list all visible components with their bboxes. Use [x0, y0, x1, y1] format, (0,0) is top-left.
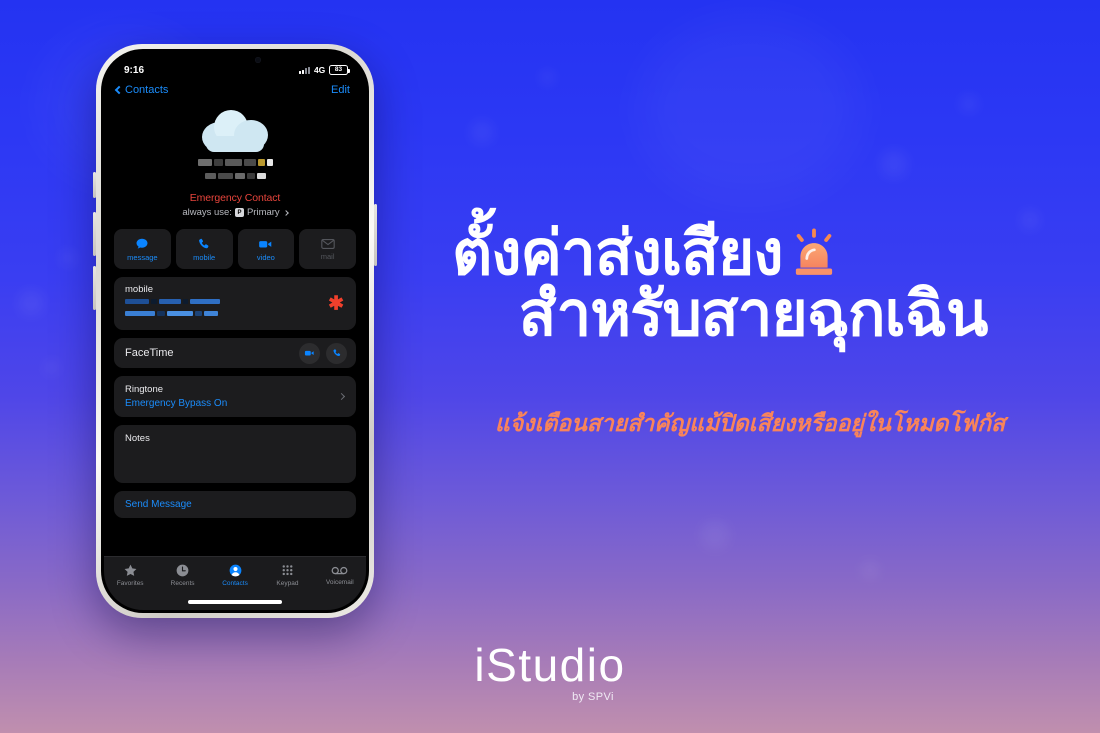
- tab-keypad[interactable]: Keypad: [261, 563, 313, 587]
- phone-notch: [183, 52, 287, 74]
- send-message-row[interactable]: Send Message: [114, 491, 356, 518]
- promo-subtitle: แจ้งเตือนสายสำคัญแม้ปิดเสียงหรืออยู่ในโห…: [494, 410, 1006, 436]
- quick-action-buttons: message mobile video mail: [114, 229, 356, 269]
- keypad-grid-icon: [282, 565, 293, 576]
- action-video-label: video: [256, 252, 275, 262]
- headline-line-1: ตั้งค่าส่งเสียง: [452, 219, 784, 288]
- action-mail-label: mail: [320, 251, 335, 261]
- always-use-prefix: always use:: [182, 207, 232, 218]
- siren-light-icon: [795, 228, 832, 275]
- action-mobile-label: mobile: [193, 252, 216, 262]
- star-icon: [124, 564, 137, 576]
- action-mail-button: mail: [299, 229, 356, 269]
- phone-mockup: 9:16 4G 83 Contacts Edit Emergency Conta…: [93, 44, 377, 618]
- signal-bars-icon: [299, 66, 311, 74]
- tab-voicemail-label: Voicemail: [325, 579, 354, 586]
- back-to-contacts-button[interactable]: Contacts: [114, 84, 169, 96]
- phone-volume-down-button: [93, 266, 96, 310]
- promo-headline: ตั้งค่าส่งเสียง สำหรับสายฉุกเฉิน: [452, 219, 1072, 350]
- battery-icon: 83: [329, 65, 350, 75]
- send-message-label: Send Message: [125, 499, 192, 510]
- front-camera-icon: [255, 57, 261, 63]
- action-video-button[interactable]: video: [237, 229, 295, 269]
- phone-volume-up-button: [93, 212, 96, 256]
- tab-keypad-label: Keypad: [276, 580, 299, 587]
- tab-recents[interactable]: Recents: [156, 563, 208, 587]
- notes-row-label: Notes: [125, 433, 150, 444]
- action-mobile-button[interactable]: mobile: [175, 229, 233, 269]
- mobile-number-redacted: [125, 299, 345, 310]
- ringtone-row[interactable]: Ringtone Emergency Bypass On: [114, 376, 356, 417]
- envelope-icon: [320, 238, 335, 249]
- contact-name-redacted-2: [204, 173, 266, 187]
- ringtone-row-value: Emergency Bypass On: [125, 398, 228, 409]
- asterisk-icon: ✱: [328, 293, 344, 314]
- video-camera-icon: [259, 240, 272, 247]
- message-bubble-icon: [136, 238, 148, 249]
- person-circle-icon: [229, 564, 241, 577]
- mobile-row-label: mobile: [125, 284, 153, 295]
- action-message-label: message: [127, 252, 158, 262]
- network-type-label: 4G: [314, 65, 325, 75]
- logo-wordmark: iStudio: [474, 639, 626, 691]
- emergency-contact-label: Emergency Contact: [189, 192, 281, 204]
- voicemail-icon: [331, 566, 348, 575]
- navigation-bar: Contacts Edit: [104, 82, 366, 100]
- tab-contacts-label: Contacts: [222, 580, 248, 587]
- istudio-logo: iStudio by SPVi: [0, 642, 1100, 703]
- cloud-avatar-icon: [198, 104, 272, 154]
- ringtone-row-label: Ringtone: [125, 384, 164, 395]
- tab-favorites[interactable]: Favorites: [104, 563, 156, 587]
- phone-icon: [332, 349, 340, 357]
- mobile-number-redacted-2: [125, 311, 345, 321]
- chevron-left-icon: [114, 85, 124, 95]
- phone-power-button: [374, 204, 377, 266]
- always-use-value: Primary: [246, 207, 280, 218]
- logo-byline: by SPVi: [572, 691, 614, 703]
- tab-recents-label: Recents: [170, 580, 195, 587]
- tab-voicemail[interactable]: Voicemail: [314, 563, 366, 586]
- contact-name-redacted: [197, 158, 273, 172]
- facetime-row: FaceTime: [114, 338, 356, 368]
- headline-line-2: สำหรับสายฉุกเฉิน: [518, 280, 989, 350]
- tab-favorites-label: Favorites: [116, 580, 144, 587]
- video-camera-icon: [304, 350, 314, 356]
- always-use-row[interactable]: always use: P Primary: [182, 207, 289, 218]
- sim-primary-icon: P: [234, 208, 244, 217]
- facetime-audio-button[interactable]: [326, 342, 347, 364]
- mobile-number-row[interactable]: mobile ✱: [114, 277, 356, 330]
- facetime-row-label: FaceTime: [125, 347, 174, 359]
- phone-screen: 9:16 4G 83 Contacts Edit Emergency Conta…: [104, 52, 366, 610]
- contact-header: Emergency Contact always use: P Primary: [114, 100, 356, 218]
- action-message-button[interactable]: message: [114, 229, 171, 269]
- notes-row[interactable]: Notes: [114, 425, 356, 483]
- facetime-video-button[interactable]: [299, 342, 320, 364]
- status-time: 9:16: [124, 64, 145, 76]
- clock-icon: [176, 564, 189, 577]
- chevron-right-icon: [282, 209, 289, 216]
- phone-icon: [199, 238, 209, 248]
- phone-mute-switch: [93, 172, 96, 198]
- edit-button[interactable]: Edit: [331, 84, 350, 96]
- tab-contacts[interactable]: Contacts: [209, 563, 261, 587]
- battery-level-label: 83: [334, 65, 343, 73]
- home-indicator: [188, 600, 282, 604]
- tab-bar: Favorites Recents Contacts Keypad Voicem…: [104, 556, 366, 610]
- back-button-label: Contacts: [125, 84, 169, 96]
